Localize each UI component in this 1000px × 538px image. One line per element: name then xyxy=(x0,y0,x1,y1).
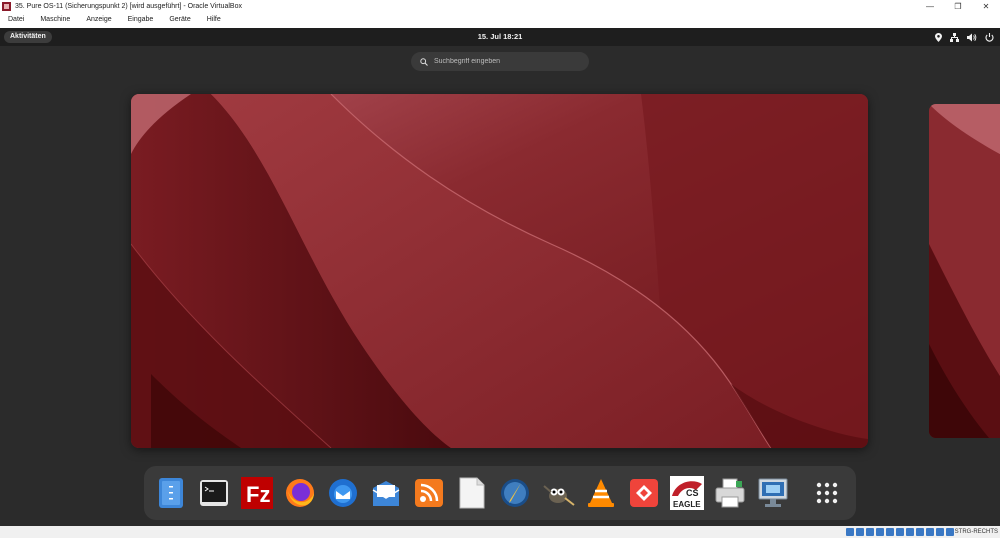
close-button[interactable]: ✕ xyxy=(972,0,1000,12)
wallpaper-image xyxy=(131,94,868,448)
workspace-thumbnail-1[interactable] xyxy=(131,94,868,448)
search-input[interactable] xyxy=(434,58,574,65)
activities-button[interactable]: Aktivitäten xyxy=(4,31,52,43)
menu-datei[interactable]: Datei xyxy=(0,12,32,28)
text-editor-icon xyxy=(459,477,485,509)
virtualbox-logo-icon xyxy=(2,1,11,11)
menu-eingabe[interactable]: Eingabe xyxy=(120,12,162,28)
gnome-top-bar: Aktivitäten 15. Jul 18:21 xyxy=(0,28,1000,46)
location-icon xyxy=(935,32,942,42)
menu-geraete[interactable]: Geräte xyxy=(161,12,198,28)
dock-app-eagle[interactable]: CS EAGLE xyxy=(670,476,704,510)
dock-app-remote-desktop[interactable] xyxy=(756,476,790,510)
restore-button[interactable]: ❐ xyxy=(944,0,972,12)
dock-app-anydesk[interactable] xyxy=(627,476,661,510)
audio-icon[interactable] xyxy=(866,528,874,536)
recording-icon[interactable] xyxy=(916,528,924,536)
menu-hilfe[interactable]: Hilfe xyxy=(199,12,229,28)
app-grid-icon xyxy=(816,482,838,504)
dash-dock: Fz CS EAGLE xyxy=(144,466,856,520)
dock-app-files[interactable] xyxy=(154,476,188,510)
dock-app-filezilla[interactable]: Fz xyxy=(240,476,274,510)
menu-anzeige[interactable]: Anzeige xyxy=(78,12,119,28)
dock-app-terminal[interactable] xyxy=(197,476,231,510)
dock-app-thunderbird[interactable] xyxy=(326,476,360,510)
dock-app-printer[interactable] xyxy=(713,476,747,510)
status-icons xyxy=(846,528,954,536)
system-tray[interactable] xyxy=(935,31,994,43)
gimp-icon xyxy=(543,485,575,506)
svg-text:CS: CS xyxy=(686,488,699,498)
filezilla-icon: Fz xyxy=(241,477,273,509)
hard-disk-icon[interactable] xyxy=(846,528,854,536)
printer-settings-icon xyxy=(715,478,745,508)
power-icon xyxy=(985,32,994,42)
host-window-title: 35. Pure OS-11 (Sicherungspunkt 2) [wird… xyxy=(15,2,242,10)
wallpaper-image-2 xyxy=(929,104,1000,438)
dock-app-vlc[interactable] xyxy=(584,476,618,510)
search-box[interactable] xyxy=(411,52,589,71)
shared-folder-icon[interactable] xyxy=(896,528,904,536)
dock-show-apps[interactable] xyxy=(810,476,844,510)
dock-app-mail[interactable] xyxy=(369,476,403,510)
inkscape-icon xyxy=(501,479,529,507)
search-icon xyxy=(420,57,428,66)
dock-app-inkscape[interactable] xyxy=(498,476,532,510)
files-icon xyxy=(159,478,183,508)
mail-icon xyxy=(372,481,400,506)
optical-drive-icon[interactable] xyxy=(856,528,864,536)
host-menubar: Datei Maschine Anzeige Eingabe Geräte Hi… xyxy=(0,12,1000,28)
firefox-icon xyxy=(286,479,314,507)
guest-screen: Aktivitäten 15. Jul 18:21 Suchbegriff ei… xyxy=(0,28,1000,526)
dock-app-gimp[interactable] xyxy=(541,476,575,510)
network-icon[interactable] xyxy=(876,528,884,536)
thunderbird-icon xyxy=(329,479,357,507)
dock-app-text-editor[interactable] xyxy=(455,476,489,510)
keyboard-icon[interactable] xyxy=(946,528,954,536)
host-titlebar: 35. Pure OS-11 (Sicherungspunkt 2) [wird… xyxy=(0,0,1000,12)
usb-icon[interactable] xyxy=(886,528,894,536)
clock: 15. Jul 18:21 xyxy=(0,28,1000,46)
dock-app-rss[interactable] xyxy=(412,476,446,510)
dock-app-firefox[interactable] xyxy=(283,476,317,510)
mouse-integration-icon[interactable] xyxy=(936,528,944,536)
volume-icon xyxy=(967,33,977,41)
minimize-button[interactable]: — xyxy=(916,0,944,12)
svg-text:EAGLE: EAGLE xyxy=(673,500,701,509)
anydesk-icon xyxy=(630,479,658,507)
eagle-icon: CS EAGLE xyxy=(670,476,704,510)
window-controls: — ❐ ✕ xyxy=(916,0,1000,12)
display-icon[interactable] xyxy=(906,528,914,536)
clock-label[interactable]: 15. Jul 18:21 xyxy=(478,32,523,41)
menu-maschine[interactable]: Maschine xyxy=(32,12,78,28)
vlc-icon xyxy=(588,479,614,507)
host-statusbar: STRG-RECHTS xyxy=(0,526,1000,538)
network-wired-icon xyxy=(950,32,959,42)
cpu-icon[interactable] xyxy=(926,528,934,536)
host-key-label: STRG-RECHTS xyxy=(954,529,998,535)
remote-desktop-icon xyxy=(758,478,788,507)
workspace-thumbnail-2[interactable] xyxy=(929,104,1000,438)
svg-text:Fz: Fz xyxy=(246,482,270,507)
terminal-icon xyxy=(200,480,228,506)
rss-reader-icon xyxy=(415,479,443,507)
